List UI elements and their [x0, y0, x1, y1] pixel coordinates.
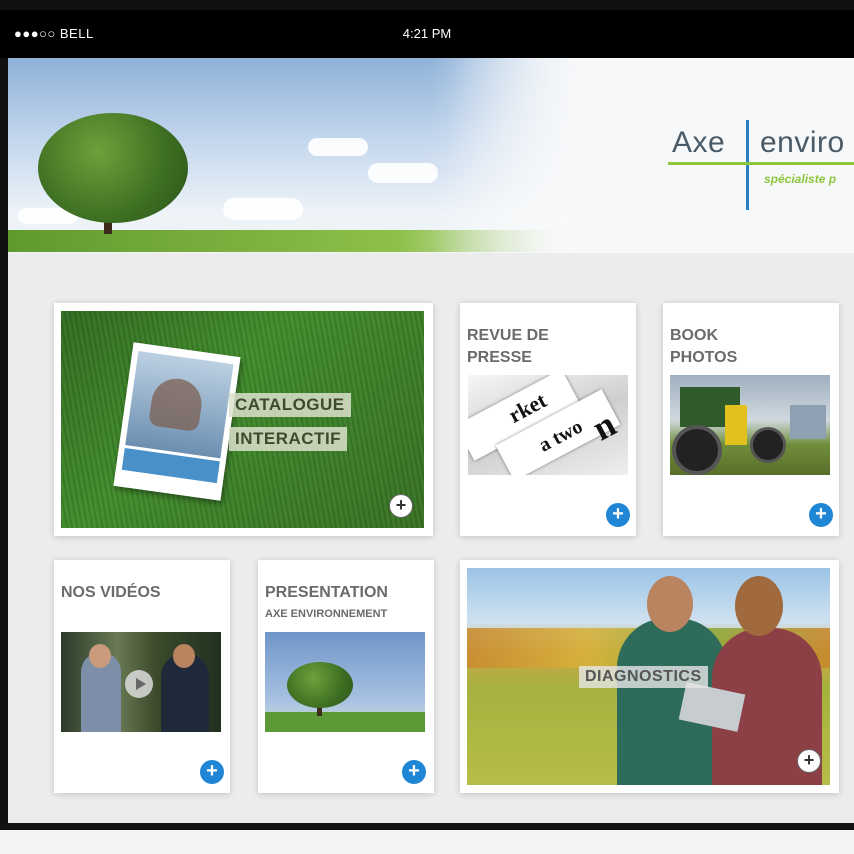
cloud [308, 138, 368, 156]
cloud [223, 198, 303, 220]
brochure-icon [113, 342, 241, 501]
videos-title: NOS VIDÉOS [61, 584, 161, 601]
tree-icon [287, 662, 353, 708]
status-bar: ●●●○○ BELL 4:21 PM [0, 10, 854, 58]
book-plus-icon[interactable]: + [809, 503, 833, 527]
logo-horizontal-bar [668, 162, 854, 165]
logo-vertical-bar [746, 120, 749, 210]
catalogue-plus-icon[interactable]: + [389, 494, 413, 518]
brand-word-environnement: enviro [760, 126, 845, 159]
catalogue-label-line2: INTERACTIF [229, 427, 348, 451]
video-thumbnail[interactable] [61, 632, 221, 732]
tile-nos-videos[interactable]: NOS VIDÉOS + [54, 560, 230, 793]
presentation-plus-icon[interactable]: + [402, 760, 426, 784]
revue-title-line2: PRESSE [467, 349, 532, 366]
revue-plus-icon[interactable]: + [606, 503, 630, 527]
diagnostic-plus-icon[interactable]: + [797, 749, 821, 773]
header-banner: Axe enviro spécialiste p [8, 58, 854, 253]
presentation-title: PRESENTATION [265, 584, 388, 601]
tractor-image [670, 375, 830, 475]
app-screen: Axe enviro spécialiste p CATALOGUE INTER… [8, 58, 854, 823]
book-title-line1: BOOK [670, 327, 718, 344]
clock: 4:21 PM [402, 26, 452, 41]
newspaper-image: rket a two n [468, 375, 628, 475]
tile-catalogue[interactable]: CATALOGUE INTERACTIF + [54, 303, 433, 536]
brand-word-axe: Axe [672, 126, 726, 159]
catalogue-label-line1: CATALOGUE [229, 393, 351, 417]
play-icon[interactable] [125, 670, 153, 698]
revue-title-line1: REVUE DE [467, 327, 549, 344]
tile-diagnostics[interactable]: DIAGNOSTICS + [460, 560, 839, 793]
tile-revue-de-presse[interactable]: REVUE DE PRESSE rket a two n + [460, 303, 636, 536]
brand-tagline: spécialiste p [764, 172, 837, 186]
brand-logo[interactable]: Axe enviro spécialiste p [668, 120, 854, 210]
book-title-line2: PHOTOS [670, 349, 738, 366]
presentation-subtitle: AXE ENVIRONNEMENT [265, 608, 388, 620]
diagnostic-label: DIAGNOSTICS [579, 666, 708, 688]
tree-icon [38, 113, 188, 223]
tile-presentation[interactable]: PRESENTATION AXE ENVIRONNEMENT + [258, 560, 434, 793]
catalogue-image: CATALOGUE INTERACTIF + [61, 311, 424, 528]
videos-plus-icon[interactable]: + [200, 760, 224, 784]
diagnostic-image: DIAGNOSTICS + [467, 568, 830, 785]
bottom-strip [0, 830, 854, 854]
tile-book-photos[interactable]: BOOK PHOTOS + [663, 303, 839, 536]
presentation-image [265, 632, 425, 732]
